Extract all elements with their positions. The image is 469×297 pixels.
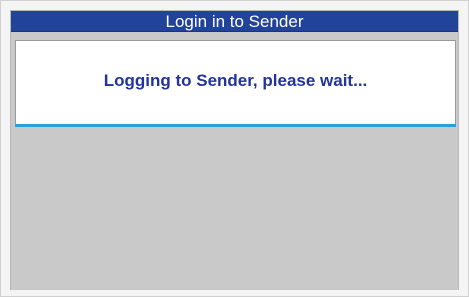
device-frame: Login in to Sender Logging to Sender, pl… (0, 0, 469, 297)
message-panel: Logging to Sender, please wait... (15, 40, 456, 124)
empty-content-area (11, 127, 458, 290)
loading-message: Logging to Sender, please wait... (103, 71, 368, 90)
login-screen: Login in to Sender Logging to Sender, pl… (10, 10, 459, 290)
dialog-title: Login in to Sender (11, 11, 458, 32)
